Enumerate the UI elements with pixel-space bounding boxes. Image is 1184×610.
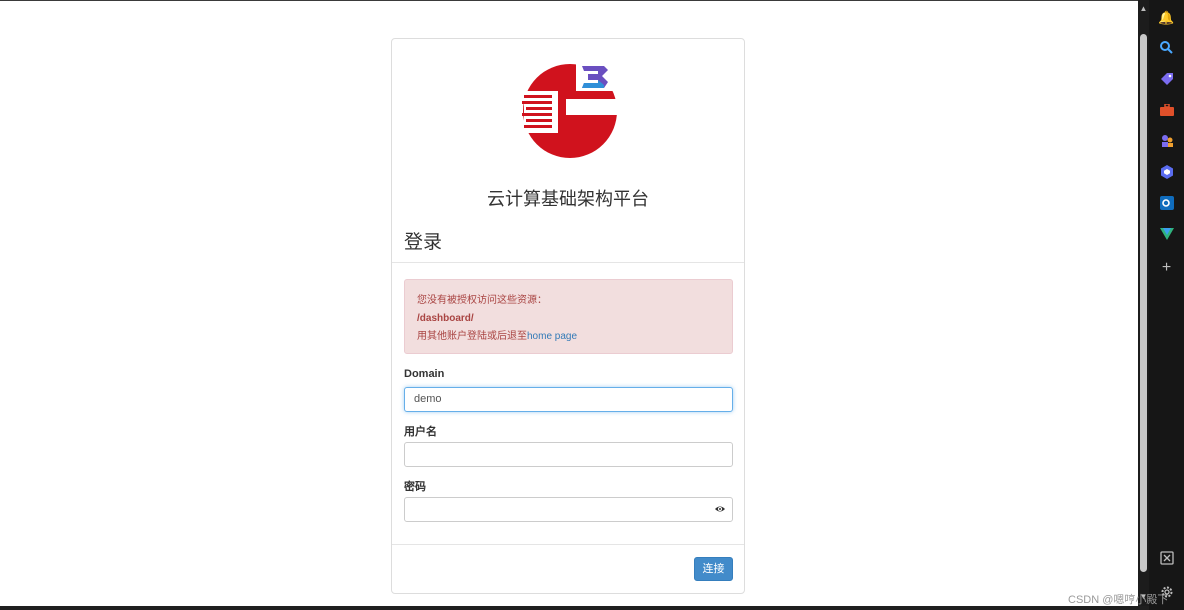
home-page-link[interactable]: home page bbox=[527, 331, 577, 342]
add-icon[interactable]: + bbox=[1157, 258, 1176, 277]
watermark: CSDN @嗯哼小殿下 bbox=[1068, 594, 1169, 606]
tag-icon[interactable] bbox=[1157, 69, 1176, 88]
toolbox-icon[interactable] bbox=[1157, 100, 1176, 119]
error-alert: 您没有被授权访问这些资源： /dashboard/ 用其他账户登陆或后退至hom… bbox=[404, 279, 733, 354]
alert-hint-text: 用其他账户登陆或后退至 bbox=[417, 331, 527, 342]
username-input[interactable] bbox=[404, 442, 733, 467]
username-label: 用户名 bbox=[404, 426, 437, 438]
alert-hint: 用其他账户登陆或后退至home page bbox=[417, 328, 720, 346]
browser-side-panel: 🔔 + bbox=[1149, 0, 1184, 610]
logo bbox=[522, 63, 620, 158]
screen-capture-icon[interactable] bbox=[1157, 548, 1176, 567]
password-input[interactable] bbox=[404, 497, 733, 522]
alert-message: 您没有被授权访问这些资源： bbox=[417, 295, 547, 306]
search-icon[interactable] bbox=[1157, 38, 1176, 57]
bell-icon[interactable]: 🔔 bbox=[1157, 8, 1176, 27]
connect-button[interactable]: 连接 bbox=[694, 557, 733, 581]
login-title: 登录 bbox=[404, 232, 443, 253]
brand-title: 云计算基础架构平台 bbox=[487, 189, 649, 209]
header-divider bbox=[392, 262, 744, 263]
browser-viewport: 云计算基础架构平台 登录 您没有被授权访问这些资源： /dashboard/ 用… bbox=[0, 0, 1138, 606]
drop-icon[interactable] bbox=[1157, 224, 1176, 243]
copilot-icon[interactable] bbox=[1157, 162, 1176, 181]
scroll-up-arrow-icon[interactable]: ▲ bbox=[1138, 4, 1149, 14]
outlook-icon[interactable] bbox=[1157, 193, 1176, 212]
vertical-scrollbar[interactable]: ▲ ▼ bbox=[1138, 0, 1149, 606]
login-card: 云计算基础架构平台 登录 您没有被授权访问这些资源： /dashboard/ 用… bbox=[391, 38, 745, 594]
chess-icon[interactable] bbox=[1157, 131, 1176, 150]
domain-label: Domain bbox=[404, 368, 445, 380]
password-label: 密码 bbox=[404, 481, 426, 493]
alert-path: /dashboard/ bbox=[417, 313, 474, 324]
footer-divider bbox=[392, 544, 744, 545]
scroll-thumb[interactable] bbox=[1140, 34, 1147, 572]
eye-icon[interactable] bbox=[714, 503, 726, 515]
domain-input[interactable]: demo bbox=[404, 387, 733, 412]
